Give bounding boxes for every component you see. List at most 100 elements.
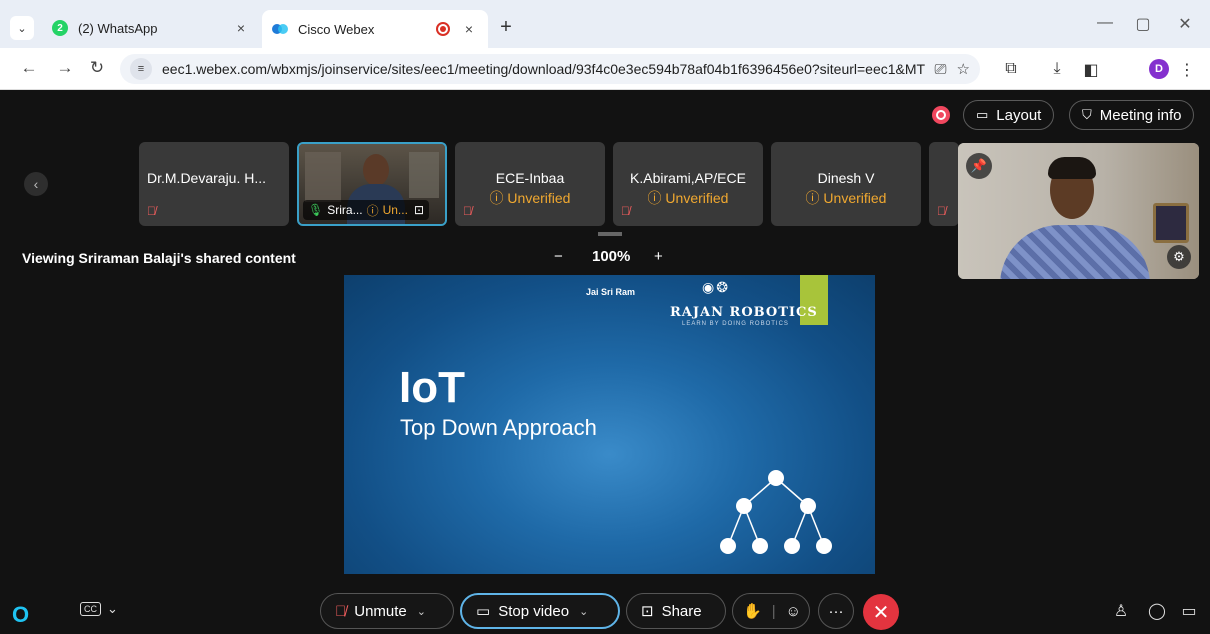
layout-icon: ▭ xyxy=(976,107,989,122)
divider: | xyxy=(771,602,776,620)
chevron-down-icon: ⌄ xyxy=(107,601,118,616)
zoom-out-button[interactable]: − xyxy=(554,248,563,265)
bookmark-star-icon[interactable]: ☆ xyxy=(957,60,970,78)
restore-icon[interactable]: ▢ xyxy=(1128,14,1158,34)
unverified-icon: ⓘ xyxy=(805,190,824,206)
chevron-down-icon[interactable]: ⌄ xyxy=(417,605,426,618)
reload-icon[interactable]: ↻ xyxy=(86,58,108,78)
reactions-icon[interactable]: ☺ xyxy=(786,603,801,620)
unverified-icon: ⓘ xyxy=(366,203,379,218)
participant-status: ⓘ Unverified xyxy=(455,188,605,208)
close-tab-icon[interactable]: × xyxy=(232,20,250,36)
video-camera-icon: ▭ xyxy=(476,603,491,620)
closed-captions-icon: CC xyxy=(80,602,101,616)
profile-avatar[interactable]: D xyxy=(1149,59,1169,79)
participant-name: ECE-Inbaa xyxy=(495,170,565,186)
participant-tile-video[interactable]: 🎙 Srira... ⓘ Un... ⊡ xyxy=(297,142,447,226)
captions-button[interactable]: CC ⌄ xyxy=(80,601,118,617)
address-bar: ← → ↻ ≡ eec1.webex.com/wbxmjs/joinservic… xyxy=(0,48,1210,90)
slide-tagline: LEARN BY DOING ROBOTICS xyxy=(682,321,789,327)
video-person xyxy=(1048,157,1096,179)
mic-muted-icon: 🎙̸ xyxy=(621,204,630,218)
status-text: Unverified xyxy=(507,190,571,206)
unmute-button[interactable]: 🎙̸ Unmute ⌄ xyxy=(320,593,454,629)
participant-tile[interactable]: Dinesh V ⓘ Unverified xyxy=(771,142,921,226)
video-background xyxy=(305,152,341,202)
slide-top-text: Jai Sri Ram xyxy=(586,287,636,297)
self-view-video[interactable]: 📌 ⚙ xyxy=(958,143,1199,279)
participant-name: Dinesh V xyxy=(817,170,875,186)
share-icon: ⊡ xyxy=(641,603,654,620)
url-text: eec1.webex.com/wbxmjs/joinservice/sites/… xyxy=(162,61,925,77)
forward-arrow-icon[interactable]: → xyxy=(54,58,76,78)
share-label: Share xyxy=(661,602,702,620)
participant-tile[interactable]: Dr.M.Devaraju. H... 🎙̸ xyxy=(139,142,289,226)
more-options-button[interactable]: ··· xyxy=(818,593,854,629)
tab-cisco-webex[interactable]: Cisco Webex × xyxy=(262,10,488,48)
chevron-down-icon[interactable]: ⌄ xyxy=(579,605,588,618)
participant-tile[interactable]: ECE-Inbaa ⓘ Unverified 🎙̸ xyxy=(455,142,605,226)
sharing-icon: ⊡ xyxy=(413,203,424,217)
participant-name: Srira... xyxy=(327,203,363,217)
slide-subtitle: Top Down Approach xyxy=(400,415,597,440)
webex-assistant-icon[interactable]: O xyxy=(12,602,29,628)
tree-diagram-icon xyxy=(720,470,832,554)
participant-label: 🎙 Srira... ⓘ Un... ⊡ xyxy=(303,200,429,220)
tab-whatsapp[interactable]: 2 (2) WhatsApp × xyxy=(42,12,260,44)
gear-icon[interactable]: ⚙ xyxy=(1167,245,1191,269)
mic-muted-icon: 🎙̸ xyxy=(147,204,156,218)
video-person xyxy=(363,154,389,186)
chat-icon[interactable]: ◯ xyxy=(1146,601,1168,621)
viewing-shared-content-label: Viewing Sriraman Balaji's shared content xyxy=(22,250,296,266)
close-window-icon[interactable]: ✕ xyxy=(1170,14,1200,34)
participant-status: ⓘ Unverified xyxy=(613,188,763,208)
participant-name: K.Abirami,AP/ECE xyxy=(630,170,746,186)
mic-muted-icon: 🎙̸ xyxy=(937,204,946,218)
zoom-in-button[interactable]: + xyxy=(654,248,663,265)
share-button[interactable]: ⊡ Share xyxy=(626,593,726,629)
webex-logo-icon xyxy=(272,21,288,37)
previous-participants-button[interactable]: ‹ xyxy=(24,172,48,196)
participant-tile[interactable]: K.Abirami,AP/ECE ⓘ Unverified 🎙̸ xyxy=(613,142,763,226)
meeting-info-label: Meeting info xyxy=(1099,106,1182,124)
kebab-menu-icon[interactable]: ⋮ xyxy=(1176,60,1198,80)
mic-on-icon: 🎙 xyxy=(308,203,324,217)
whatsapp-badge-icon: 2 xyxy=(52,20,68,36)
download-icon[interactable]: ⤓ xyxy=(1046,60,1068,78)
tab-title: Cisco Webex xyxy=(298,21,375,37)
browser-tab-bar: ⌄ 2 (2) WhatsApp × Cisco Webex × + — ▢ ✕ xyxy=(0,0,1210,48)
layout-button[interactable]: ▭ Layout xyxy=(963,100,1055,130)
extensions-icon[interactable]: ⧉ xyxy=(1000,60,1022,78)
tab-search-chevron-icon[interactable]: ⌄ xyxy=(10,16,34,40)
participant-status: Un... xyxy=(382,203,408,217)
status-text: Unverified xyxy=(665,190,729,206)
site-settings-icon[interactable]: ≡ xyxy=(130,58,152,80)
pin-icon[interactable]: 📌 xyxy=(966,153,992,179)
minimize-icon[interactable]: — xyxy=(1090,14,1120,32)
meeting-info-button[interactable]: ⛉ Meeting info xyxy=(1069,100,1195,130)
participant-tile[interactable]: 🎙̸ xyxy=(929,142,959,226)
reactions-group: ✋ | ☺ xyxy=(732,593,810,629)
mic-muted-icon: 🎙̸ xyxy=(463,204,472,218)
stop-video-button[interactable]: ▭ Stop video ⌄ xyxy=(460,593,620,629)
close-tab-icon[interactable]: × xyxy=(460,21,478,37)
shared-slide: Jai Sri Ram ◉❂ RAJAN ROBOTICS LEARN BY D… xyxy=(344,275,875,574)
resize-handle[interactable] xyxy=(598,232,622,236)
recording-indicator-icon[interactable] xyxy=(932,106,950,124)
participants-icon[interactable]: ♙ xyxy=(1110,601,1132,621)
video-background xyxy=(409,152,439,198)
slide-brand: RAJAN ROBOTICS xyxy=(670,305,818,320)
back-arrow-icon[interactable]: ← xyxy=(18,58,40,78)
shield-icon: ⛉ xyxy=(1082,107,1092,122)
layout-label: Layout xyxy=(996,106,1042,124)
leave-meeting-button[interactable]: ✕ xyxy=(863,594,899,630)
unverified-icon: ⓘ xyxy=(489,190,508,206)
sidepanel-icon[interactable]: ◧ xyxy=(1080,60,1102,80)
new-tab-button[interactable]: + xyxy=(494,16,518,38)
raise-hand-icon[interactable]: ✋ xyxy=(743,602,762,620)
video-background xyxy=(1153,203,1189,243)
url-field[interactable]: ≡ eec1.webex.com/wbxmjs/joinservice/site… xyxy=(120,54,980,84)
cast-icon[interactable]: ⎚ xyxy=(935,61,947,78)
unverified-icon: ⓘ xyxy=(647,190,666,206)
more-panels-icon[interactable]: ▭ xyxy=(1178,601,1200,621)
